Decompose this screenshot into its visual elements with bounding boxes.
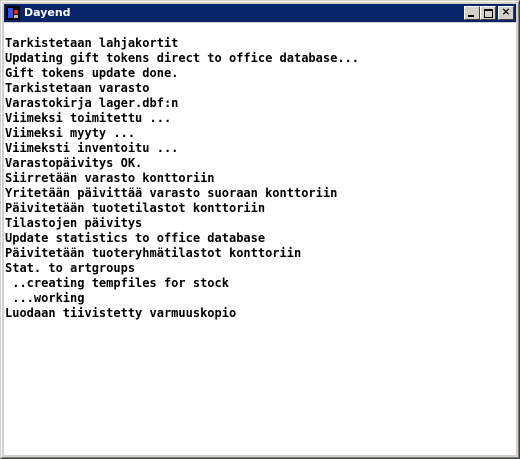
console-line: Tarkistetaan lahjakortit: [5, 36, 179, 50]
console-line: Päivitetään tuotetilastot konttoriin: [5, 201, 266, 215]
console-line: Gift tokens update done.: [5, 66, 179, 80]
window-controls: ×: [464, 5, 514, 20]
app-icon[interactable]: [6, 6, 20, 20]
title-bar[interactable]: Dayend ×: [4, 4, 516, 22]
console-line: Viimeksi toimitettu ...: [5, 111, 172, 125]
console-line: Siirretään varasto konttoriin: [5, 171, 215, 185]
console-line: Yritetään päivittää varasto suoraan kont…: [5, 186, 338, 200]
console-line: Varastokirja lager.dbf:n: [5, 96, 179, 110]
close-button[interactable]: ×: [498, 5, 514, 20]
window-title: Dayend: [24, 6, 71, 19]
console-line: Viimeksti inventoitu ...: [5, 141, 179, 155]
console-line: Update statistics to office database: [5, 231, 266, 245]
console-line: Viimeksi myyty ...: [5, 126, 136, 140]
dayend-window: Dayend × Tarkistetaan lahjakortit Updati…: [0, 0, 520, 459]
console-line: Tarkistetaan varasto: [5, 81, 150, 95]
console-line: Updating gift tokens direct to office da…: [5, 51, 360, 65]
console-log: Tarkistetaan lahjakortit Updating gift t…: [5, 36, 359, 321]
console-line: Stat. to artgroups: [5, 261, 136, 275]
minimize-icon: [468, 15, 474, 17]
console-line: ..creating tempfiles for stock: [5, 276, 229, 290]
console-line: Tilastojen päivitys: [5, 216, 143, 230]
close-icon: ×: [501, 5, 511, 18]
console-line: Päivitetään tuoteryhmätilastot konttorii…: [5, 246, 302, 260]
console-line: Luodaan tiivistetty varmuuskopio: [5, 306, 237, 320]
maximize-button[interactable]: [480, 6, 496, 20]
maximize-icon: [484, 9, 493, 18]
console-output-area[interactable]: Tarkistetaan lahjakortit Updating gift t…: [4, 23, 516, 455]
minimize-button[interactable]: [464, 6, 480, 20]
console-line: Varastopäivitys OK.: [5, 156, 143, 170]
console-line: ...working: [5, 291, 85, 305]
